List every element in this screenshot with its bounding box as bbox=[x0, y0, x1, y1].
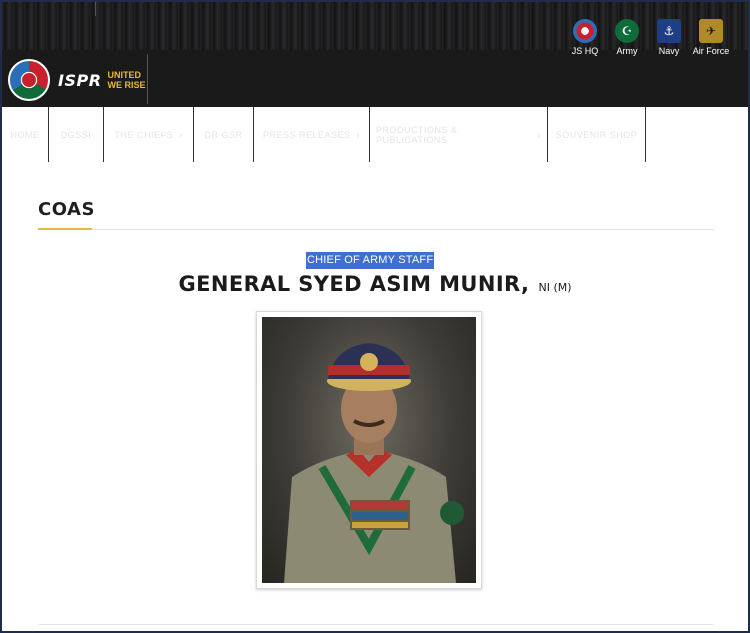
branch-label: Air Force bbox=[692, 46, 730, 56]
nav-item-the-chiefs[interactable]: THE CHIEFS › bbox=[104, 107, 194, 162]
navy-emblem-icon: ⚓ bbox=[657, 19, 681, 43]
section-title: COAS bbox=[38, 199, 95, 220]
page-frame: ISPR UNITED WE RISE JS HQ ☪ Army ⚓ Navy … bbox=[0, 0, 750, 633]
nav-item-home[interactable]: HOME bbox=[2, 107, 49, 162]
portrait-frame bbox=[256, 311, 482, 589]
nav-item-dr-gsr[interactable]: DR GSR bbox=[194, 107, 254, 162]
nav-item-dgssi[interactable]: DGSSI bbox=[49, 107, 104, 162]
nav-item-label: DGSSI bbox=[60, 129, 92, 140]
army-emblem-icon: ☪ bbox=[615, 19, 639, 43]
ispr-emblem-icon bbox=[8, 59, 50, 101]
branch-link-navy[interactable]: ⚓ Navy bbox=[652, 19, 686, 56]
nav-item-label: THE CHIEFS bbox=[114, 129, 173, 140]
person-name-line: GENERAL SYED ASIM MUNIR, NI (M) bbox=[2, 272, 748, 296]
section-title-underline bbox=[38, 228, 92, 230]
logo-tagline-line-2: WE RISE bbox=[107, 80, 146, 90]
branch-link-jshq[interactable]: JS HQ bbox=[568, 19, 602, 56]
branch-label: Army bbox=[616, 46, 638, 56]
branch-link-airforce[interactable]: ✈ Air Force bbox=[692, 19, 730, 56]
nav-item-label: PRESS RELEASES bbox=[262, 129, 351, 140]
bottom-divider bbox=[38, 624, 714, 625]
branch-label: JS HQ bbox=[571, 46, 599, 56]
airforce-emblem-icon: ✈ bbox=[699, 19, 723, 43]
portrait-photo bbox=[262, 317, 476, 583]
logo-tagline: UNITED WE RISE bbox=[108, 70, 146, 90]
main-nav: HOME DGSSI THE CHIEFS › DR GSR PRESS REL… bbox=[2, 107, 748, 162]
role-title: CHIEF OF ARMY STAFF bbox=[306, 252, 435, 269]
nav-item-souvenir-shop[interactable]: SOUVENIR SHOP bbox=[548, 107, 646, 162]
logo-divider bbox=[147, 54, 148, 104]
logo-tagline-line-1: UNITED bbox=[107, 70, 142, 80]
person-name: GENERAL SYED ASIM MUNIR, bbox=[178, 272, 530, 296]
portrait-illustration bbox=[284, 343, 464, 583]
nav-item-productions-publications[interactable]: PRODUCTIONS & PUBLICATIONS › bbox=[370, 107, 548, 162]
branch-links: JS HQ ☪ Army ⚓ Navy ✈ Air Force bbox=[568, 19, 730, 56]
logo-text: ISPR bbox=[58, 70, 102, 90]
site-header: ISPR UNITED WE RISE JS HQ ☪ Army ⚓ Navy … bbox=[2, 2, 748, 107]
nav-item-press-releases[interactable]: PRESS RELEASES › bbox=[254, 107, 370, 162]
nav-item-label: PRODUCTIONS & PUBLICATIONS bbox=[376, 124, 458, 145]
chevron-right-icon: › bbox=[179, 129, 183, 140]
branch-link-army[interactable]: ☪ Army bbox=[610, 19, 644, 56]
branch-label: Navy bbox=[658, 46, 680, 56]
nav-item-label: HOME bbox=[10, 129, 40, 140]
chevron-right-icon: › bbox=[537, 129, 541, 140]
header-strip-divider bbox=[95, 2, 96, 16]
section-divider bbox=[92, 229, 714, 230]
chevron-right-icon: › bbox=[356, 129, 361, 140]
person-name-suffix: NI (M) bbox=[538, 281, 572, 294]
jshq-emblem-icon bbox=[573, 19, 597, 43]
nav-item-label: DR GSR bbox=[204, 129, 243, 140]
nav-item-label: SOUVENIR SHOP bbox=[555, 129, 638, 140]
ispr-logo[interactable]: ISPR UNITED WE RISE bbox=[8, 58, 146, 102]
